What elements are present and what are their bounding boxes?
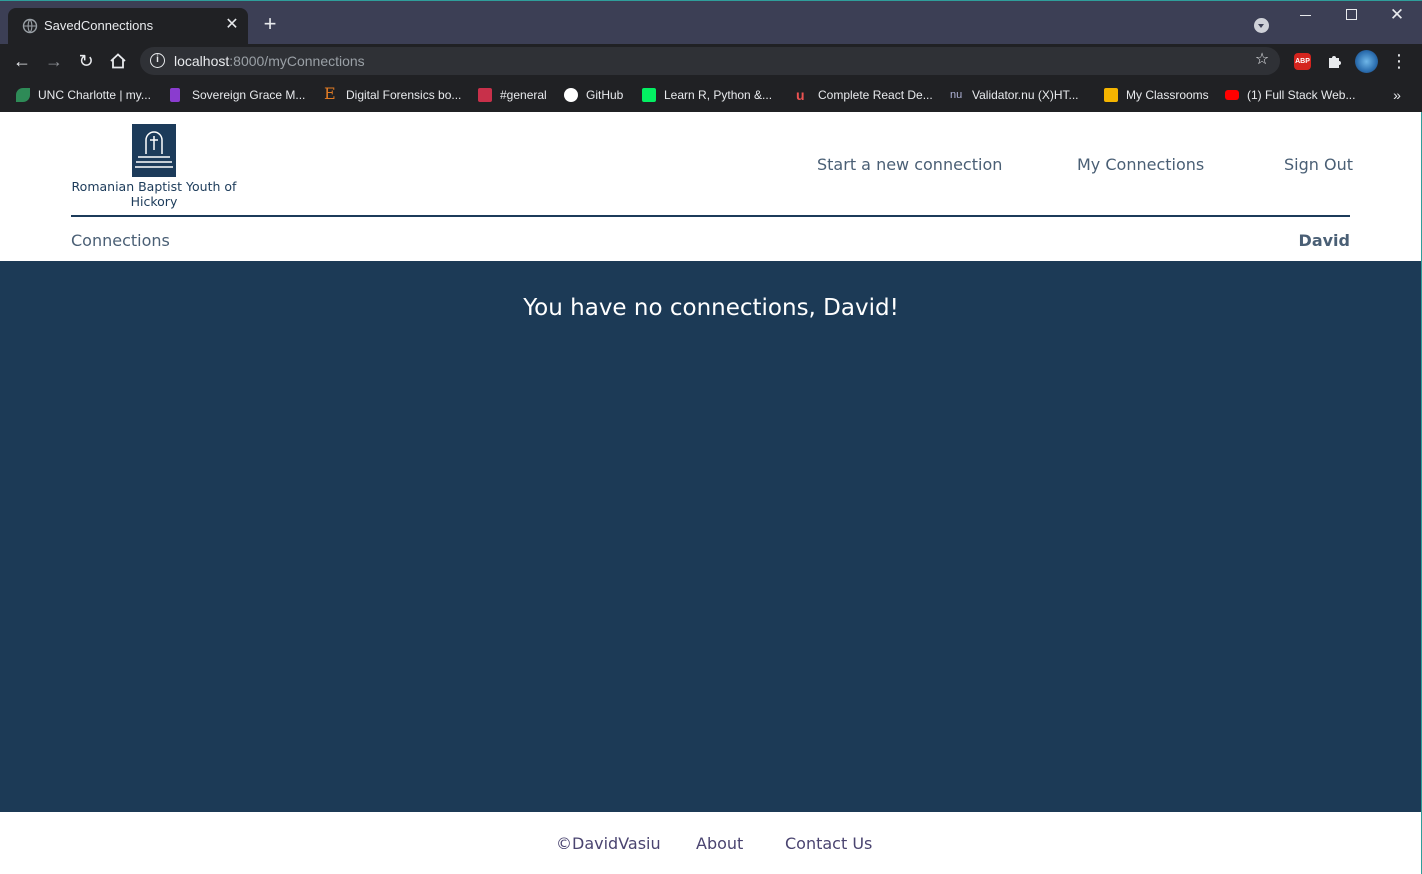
ribbon-icon <box>170 88 180 102</box>
main-content: You have no connections, David! <box>0 261 1422 812</box>
empty-state-message: You have no connections, David! <box>523 295 899 321</box>
datacamp-icon <box>642 88 656 102</box>
web-page: Romanian Baptist Youth of Hickory Start … <box>0 112 1422 874</box>
header-divider <box>71 215 1350 217</box>
tab-search-icon[interactable] <box>1254 18 1269 33</box>
browser-title-bar: SavedConnections ✕ + ✕ <box>0 0 1422 44</box>
url-path: :8000/myConnections <box>229 53 365 69</box>
bookmarks-bar: UNC Charlotte | my... Sovereign Grace M.… <box>0 78 1422 112</box>
maximize-button[interactable] <box>1336 4 1366 26</box>
footer-contact-link[interactable]: Contact Us <box>785 834 872 853</box>
bookmark-label: Validator.nu (X)HT... <box>972 88 1079 102</box>
bookmark-item[interactable]: GitHub <box>564 85 628 105</box>
minimize-button[interactable] <box>1290 4 1320 26</box>
slack-icon <box>478 88 492 102</box>
bookmark-label: #general <box>500 88 547 102</box>
url-text: localhost:8000/myConnections <box>174 53 365 69</box>
bookmark-item[interactable]: UNC Charlotte | my... <box>16 85 156 105</box>
more-vertical-icon[interactable]: ⋮ <box>1390 50 1408 72</box>
reload-icon[interactable]: ↻ <box>75 50 97 72</box>
info-icon[interactable]: i <box>150 53 165 68</box>
bookmark-item[interactable]: My Classrooms <box>1104 85 1212 105</box>
bookmark-item[interactable]: #general <box>478 85 550 105</box>
bookmark-label: UNC Charlotte | my... <box>38 88 151 102</box>
bookmark-label: (1) Full Stack Web... <box>1247 88 1356 102</box>
nav-start-new-connection[interactable]: Start a new connection <box>817 155 1002 174</box>
browser-toolbar: ← → ↻ i localhost:8000/myConnections ☆ A… <box>0 44 1422 78</box>
e-letter-icon: E <box>324 84 336 103</box>
arrow-right-icon[interactable]: → <box>43 50 65 72</box>
bookmark-item[interactable]: Learn R, Python &... <box>642 85 774 105</box>
leaf-icon <box>16 88 30 102</box>
address-bar[interactable]: i localhost:8000/myConnections ☆ <box>140 47 1280 75</box>
footer-copyright: ©DavidVasiu <box>556 834 661 853</box>
bookmark-item[interactable]: nu Validator.nu (X)HT... <box>950 85 1082 105</box>
tab-title: SavedConnections <box>44 18 154 33</box>
window-border <box>0 0 1422 1</box>
url-host: localhost <box>174 53 230 69</box>
chevron-double-right-icon[interactable]: » <box>1388 85 1406 105</box>
bookmark-item[interactable]: Sovereign Grace M... <box>170 85 305 105</box>
site-footer: ©DavidVasiu About Contact Us <box>0 812 1422 874</box>
bookmark-item[interactable]: (1) Full Stack Web... <box>1225 85 1355 105</box>
puzzle-icon[interactable] <box>1325 51 1345 71</box>
bookmark-item[interactable]: u Complete React De... <box>796 85 934 105</box>
footer-about-link[interactable]: About <box>696 834 743 853</box>
github-icon <box>564 88 578 102</box>
bookmark-label: GitHub <box>586 88 624 102</box>
bookmark-label: Digital Forensics bo... <box>346 88 462 102</box>
plus-icon[interactable]: + <box>258 12 282 36</box>
bookmark-label: My Classrooms <box>1126 88 1209 102</box>
window-close-button[interactable]: ✕ <box>1382 4 1412 26</box>
adblock-icon[interactable]: ABP <box>1294 53 1311 70</box>
star-icon[interactable]: ☆ <box>1252 50 1272 70</box>
connections-link[interactable]: Connections <box>71 231 170 250</box>
bookmark-label: Sovereign Grace M... <box>192 88 306 102</box>
avatar[interactable] <box>1355 50 1378 73</box>
nu-icon: nu <box>950 89 963 101</box>
church-logo-icon <box>132 124 176 177</box>
udemy-icon: u <box>796 87 805 103</box>
box-icon <box>1104 88 1118 102</box>
user-name: David <box>1298 231 1350 250</box>
arrow-left-icon[interactable]: ← <box>11 50 33 72</box>
bookmark-item[interactable]: E Digital Forensics bo... <box>324 85 464 105</box>
site-logo[interactable]: Romanian Baptist Youth of Hickory <box>70 124 238 212</box>
globe-icon <box>22 18 38 34</box>
site-header: Romanian Baptist Youth of Hickory Start … <box>0 112 1422 261</box>
home-icon[interactable] <box>107 50 129 72</box>
nav-my-connections[interactable]: My Connections <box>1077 155 1204 174</box>
logo-text: Romanian Baptist Youth of Hickory <box>71 179 237 209</box>
youtube-icon <box>1225 90 1239 100</box>
bookmark-label: Learn R, Python &... <box>664 88 773 102</box>
bookmark-label: Complete React De... <box>818 88 933 102</box>
nav-sign-out[interactable]: Sign Out <box>1284 155 1353 174</box>
browser-tab[interactable]: SavedConnections ✕ <box>8 8 248 44</box>
close-icon[interactable]: ✕ <box>224 14 240 36</box>
